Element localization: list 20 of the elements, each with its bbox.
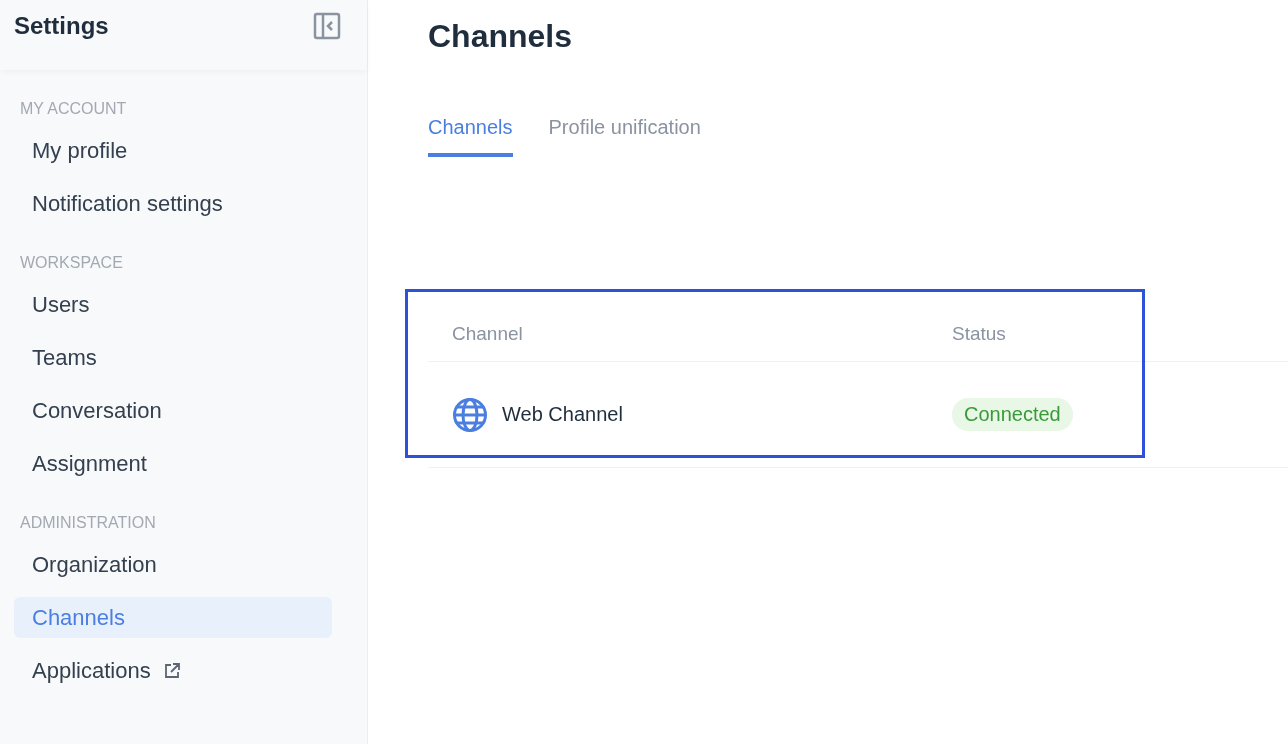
tab[interactable]: Channels — [428, 116, 513, 157]
sidebar-item[interactable]: Notification settings — [14, 183, 332, 224]
status-badge: Connected — [952, 398, 1073, 431]
sidebar-item[interactable]: Teams — [14, 337, 332, 378]
sidebar-item[interactable]: Organization — [14, 544, 332, 585]
collapse-sidebar-icon[interactable] — [313, 12, 341, 40]
sidebar-item[interactable]: Users — [14, 284, 332, 325]
channel-name: Web Channel — [502, 403, 623, 426]
sidebar-item[interactable]: Applications — [14, 650, 332, 691]
section-heading: MY ACCOUNT — [19, 99, 128, 119]
globe-icon — [452, 396, 488, 433]
sidebar-item[interactable]: My profile — [14, 130, 332, 171]
sidebar-item[interactable]: Conversation — [14, 390, 332, 431]
sidebar-item[interactable]: Assignment — [14, 443, 332, 484]
section-heading: WORKSPACE — [19, 253, 124, 273]
sidebar-title: Settings — [14, 12, 109, 40]
column-header: Status — [952, 323, 1007, 345]
section-heading: ADMINISTRATION — [19, 513, 157, 533]
column-header: Channel — [452, 323, 524, 345]
page-title: Channels — [428, 18, 574, 56]
